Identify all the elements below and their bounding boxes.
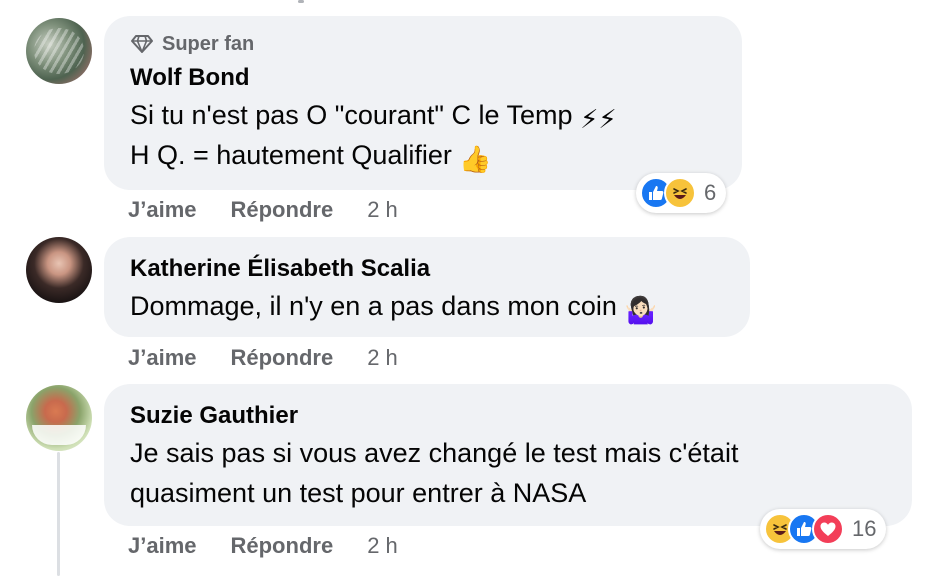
comment-bubble-wolf-bond: Super fan Wolf Bond Si tu n'est pas O "c…: [104, 16, 742, 190]
comment-author[interactable]: Wolf Bond: [130, 63, 716, 93]
reaction-summary[interactable]: 6: [636, 173, 727, 213]
like-button[interactable]: J’aime: [128, 533, 197, 559]
reply-button[interactable]: Répondre: [231, 345, 334, 371]
comment-line-text: Si tu n'est pas O "courant" C le Temp: [130, 100, 573, 130]
comment-text: Je sais pas si vous avez changé le test …: [130, 433, 886, 513]
lightning-emoji-icon: ⚡⚡: [580, 104, 617, 134]
comment-line-text: Je sais pas si vous avez changé le test …: [130, 438, 739, 468]
comment-line: H Q. = hautement Qualifier 👍: [130, 135, 716, 175]
reaction-count: 6: [704, 180, 717, 205]
comment-bubble-suzie-gauthier: Suzie Gauthier Je sais pas si vous avez …: [104, 384, 912, 526]
comment-text: Si tu n'est pas O "courant" C le Temp ⚡⚡…: [130, 95, 716, 175]
like-button[interactable]: J’aime: [128, 345, 197, 371]
thumbs-up-emoji-icon: 👍: [459, 144, 492, 174]
avatar-suzie-gauthier[interactable]: [26, 385, 92, 451]
comment-author[interactable]: Katherine Élisabeth Scalia: [130, 254, 724, 284]
comment-timestamp[interactable]: 2 h: [367, 197, 398, 223]
avatar-wolf-bond[interactable]: [26, 18, 92, 84]
love-icon: [812, 513, 844, 545]
super-fan-badge[interactable]: Super fan: [130, 31, 716, 57]
comment-line: Si tu n'est pas O "courant" C le Temp ⚡⚡: [130, 95, 716, 135]
comment-line-text: Dommage, il n'y en a pas dans mon coin: [130, 291, 617, 321]
comment-line-text: quasiment un test pour entrer à NASA: [130, 478, 587, 508]
comment-line-text: H Q. = hautement Qualifier: [130, 140, 452, 170]
comment-actions: J’aime Répondre 2 h: [128, 345, 398, 371]
avatar-katherine-elisabeth-scalia[interactable]: [26, 237, 92, 303]
reaction-count: 16: [852, 516, 877, 541]
comment-timestamp[interactable]: 2 h: [367, 345, 398, 371]
comment-bubble-katherine-elisabeth-scalia: Katherine Élisabeth Scalia Dommage, il n…: [104, 237, 750, 337]
reply-thread-line: [57, 452, 60, 576]
haha-icon: [664, 177, 696, 209]
badge-label: Super fan: [162, 32, 255, 55]
comment-text: Dommage, il n'y en a pas dans mon coin 🤷…: [130, 286, 724, 326]
previous-comment-fragment: [298, 0, 304, 3]
diamond-icon: [131, 35, 153, 53]
comment-author[interactable]: Suzie Gauthier: [130, 401, 886, 431]
shrug-emoji-icon: 🤷🏻‍♀️: [624, 295, 657, 325]
reply-button[interactable]: Répondre: [231, 197, 334, 223]
reaction-summary[interactable]: 16: [760, 509, 887, 549]
comment-actions: J’aime Répondre 2 h: [128, 533, 398, 559]
comment-timestamp[interactable]: 2 h: [367, 533, 398, 559]
like-button[interactable]: J’aime: [128, 197, 197, 223]
reply-button[interactable]: Répondre: [231, 533, 334, 559]
comment-actions: J’aime Répondre 2 h: [128, 197, 398, 223]
